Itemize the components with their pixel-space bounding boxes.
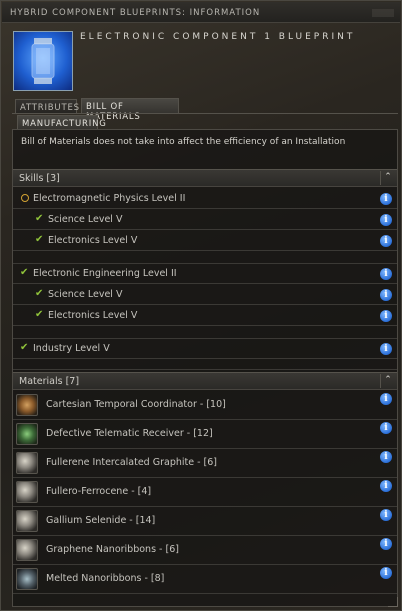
material-label: Fullero-Ferrocene - [4] [46,486,152,497]
info-icon[interactable]: i [380,343,392,355]
fullerene-graphite-icon[interactable] [16,452,38,474]
material-label: Melted Nanoribbons - [8] [46,573,165,584]
collapse-skills-icon[interactable]: ⌃ [380,171,395,185]
melted-nanoribbons-icon[interactable] [16,568,38,590]
row-spacer [13,252,397,264]
material-row[interactable]: Fullerene Intercalated Graphite - [6] i [13,449,397,478]
material-label: Fullerene Intercalated Graphite - [6] [46,457,218,468]
row-spacer [13,327,397,339]
material-row[interactable]: Defective Telematic Receiver - [12] i [13,420,397,449]
skill-name: Electromagnetic Physics Level II [33,193,186,204]
material-label: Cartesian Temporal Coordinator - [10] [46,399,226,410]
blueprint-canister-icon[interactable] [13,31,73,91]
tab-bill-of-materials[interactable]: BILL OF MATERIALS [81,98,179,122]
cartesian-coordinator-icon[interactable] [16,394,38,416]
checkmark-icon: ✔ [35,309,44,320]
skill-name: Electronic Engineering Level II [33,268,177,279]
info-icon[interactable]: i [380,509,392,521]
row-spacer [13,360,397,370]
material-row[interactable]: Gallium Selenide - [14] i [13,507,397,536]
material-label: Graphene Nanoribbons - [6] [46,544,179,555]
material-label: Defective Telematic Receiver - [12] [46,428,213,439]
skill-prereq-row[interactable]: ✔ Science Level V i [13,210,397,230]
material-label: Gallium Selenide - [14] [46,515,156,526]
info-icon[interactable]: i [380,235,392,247]
window-titlebar[interactable]: HYBRID COMPONENT BLUEPRINTS: INFORMATION [2,2,400,23]
skill-name: Industry Level V [33,343,110,354]
checkmark-icon: ✔ [35,288,44,299]
telematic-receiver-icon[interactable] [16,423,38,445]
partial-status-icon [21,194,29,202]
checkmark-icon: ✔ [20,342,29,353]
checkmark-icon: ✔ [20,267,29,278]
info-icon[interactable]: i [380,268,392,280]
material-row[interactable]: Cartesian Temporal Coordinator - [10] i [13,391,397,420]
skill-row[interactable]: ✔ Industry Level V i [13,339,397,359]
checkmark-icon: ✔ [35,234,44,245]
tab-attributes-label: ATTRIBUTES [20,103,80,113]
materials-header[interactable]: Materials [7] ⌃ [13,372,397,390]
info-icon[interactable]: i [380,310,392,322]
skill-prereq-row[interactable]: ✔ Electronics Level V i [13,231,397,251]
material-row[interactable]: Fullero-Ferrocene - [4] i [13,478,397,507]
prereq-name: Electronics Level V [48,235,138,246]
material-row[interactable]: Graphene Nanoribbons - [6] i [13,536,397,565]
tab-divider [12,113,398,114]
graphene-nanoribbons-icon[interactable] [16,539,38,561]
info-icon[interactable]: i [380,214,392,226]
info-icon[interactable]: i [380,451,392,463]
subtab-manufacturing[interactable]: MANUFACTURING [17,115,106,130]
gallium-selenide-icon[interactable] [16,510,38,532]
prereq-name: Electronics Level V [48,310,138,321]
efficiency-notice: Bill of Materials does not take into aff… [21,137,346,147]
skill-row[interactable]: ✔ Electronic Engineering Level II i [13,264,397,284]
info-window: HYBRID COMPONENT BLUEPRINTS: INFORMATION… [0,0,402,611]
info-icon[interactable]: i [380,567,392,579]
skill-prereq-row[interactable]: ✔ Electronics Level V i [13,306,397,326]
skill-row[interactable]: Electromagnetic Physics Level II i [13,189,397,209]
skill-prereq-row[interactable]: ✔ Science Level V i [13,285,397,305]
checkmark-icon: ✔ [35,213,44,224]
materials-heading: Materials [7] [19,376,80,387]
resize-handle[interactable] [388,597,398,607]
item-title: ELECTRONIC COMPONENT 1 BLUEPRINT [80,32,356,42]
info-icon[interactable]: i [380,538,392,550]
collapse-materials-icon[interactable]: ⌃ [380,374,395,388]
fullero-ferrocene-icon[interactable] [16,481,38,503]
skills-heading: Skills [3] [19,173,60,184]
info-icon[interactable]: i [380,289,392,301]
window-title: HYBRID COMPONENT BLUEPRINTS: INFORMATION [10,8,261,18]
prereq-name: Science Level V [48,214,123,225]
info-icon[interactable]: i [380,422,392,434]
info-icon[interactable]: i [380,193,392,205]
info-icon[interactable]: i [380,393,392,405]
prereq-name: Science Level V [48,289,123,300]
info-icon[interactable]: i [380,480,392,492]
material-row[interactable]: Melted Nanoribbons - [8] i [13,565,397,594]
skills-header[interactable]: Skills [3] ⌃ [13,169,397,187]
subtab-manufacturing-label: MANUFACTURING [22,119,107,129]
tab-attributes[interactable]: ATTRIBUTES [15,99,80,114]
